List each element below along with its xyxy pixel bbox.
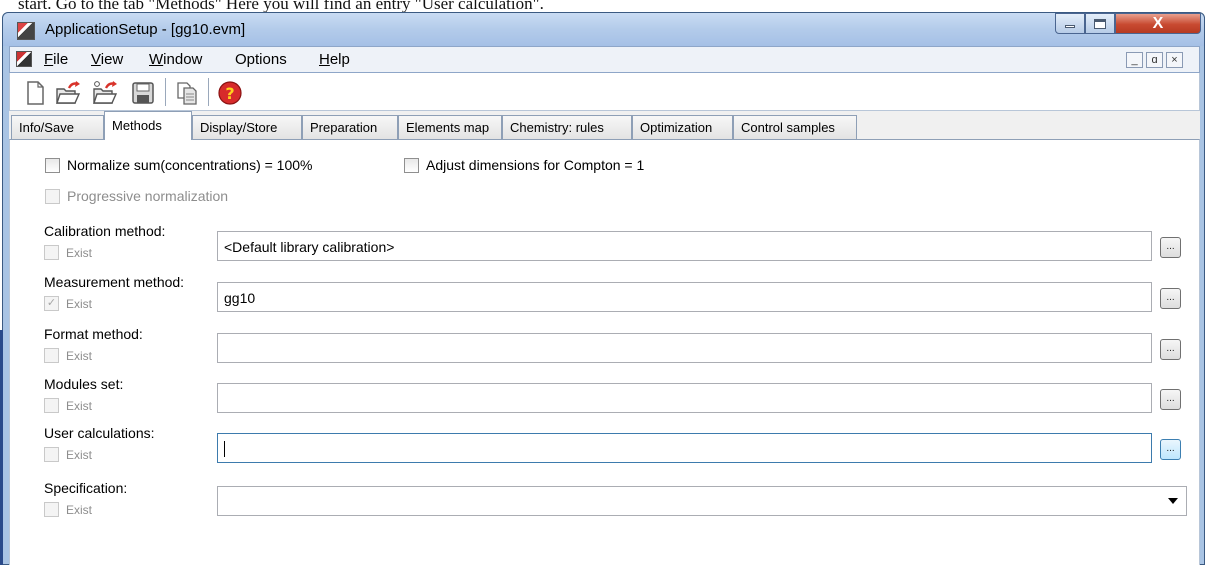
checkbox-box: [44, 348, 59, 363]
tab-display-store[interactable]: Display/Store: [192, 115, 302, 139]
document-icon[interactable]: [16, 51, 32, 67]
menu-bar: File View Window Options Help _ ɑ ×: [9, 46, 1200, 73]
user-calculations-exist-checkbox: Exist: [44, 447, 92, 462]
user-calculations-field[interactable]: [217, 433, 1152, 463]
copy-icon[interactable]: [174, 80, 200, 106]
open-recent-icon[interactable]: [92, 80, 118, 106]
tab-optimization[interactable]: Optimization: [632, 115, 733, 139]
calibration-browse-button[interactable]: ...: [1160, 237, 1181, 258]
new-document-icon[interactable]: [22, 80, 48, 106]
calibration-method-field[interactable]: <Default library calibration>: [217, 231, 1152, 261]
toolbar-separator: [165, 78, 166, 106]
adjust-compton-label: Adjust dimensions for Compton = 1: [426, 157, 645, 173]
tab-preparation[interactable]: Preparation: [302, 115, 398, 139]
maximize-button[interactable]: [1085, 13, 1115, 34]
checkbox-box: [404, 157, 419, 173]
svg-text:?: ?: [225, 84, 234, 103]
menu-help[interactable]: Help: [319, 51, 350, 68]
progressive-normalization-checkbox: Progressive normalization: [45, 188, 228, 204]
tab-elements-map[interactable]: Elements map: [398, 115, 502, 139]
minimize-icon: [1065, 25, 1075, 28]
methods-panel: Normalize sum(concentrations) = 100% Adj…: [9, 139, 1200, 565]
modules-exist-checkbox: Exist: [44, 398, 92, 413]
adjust-compton-checkbox[interactable]: Adjust dimensions for Compton = 1: [404, 157, 644, 173]
save-icon[interactable]: [130, 80, 156, 106]
specification-dropdown[interactable]: [217, 486, 1187, 516]
checkbox-box: [44, 502, 59, 517]
normalize-checkbox[interactable]: Normalize sum(concentrations) = 100%: [45, 157, 313, 173]
help-icon[interactable]: ?: [217, 80, 243, 106]
checkbox-box: [44, 398, 59, 413]
text-caret: [224, 441, 225, 457]
tab-info-save[interactable]: Info/Save: [11, 115, 104, 139]
menu-options[interactable]: Options: [235, 51, 287, 68]
user-calculations-label: User calculations:: [44, 425, 155, 441]
normalize-label: Normalize sum(concentrations) = 100%: [67, 157, 313, 173]
format-method-field[interactable]: [217, 333, 1152, 363]
checkbox-box: ✓: [44, 296, 59, 311]
background-window-edge: [0, 330, 3, 565]
measurement-exist-checkbox: ✓ Exist: [44, 296, 92, 311]
chevron-down-icon: [1168, 498, 1178, 504]
checkbox-box: [44, 245, 59, 260]
menu-view[interactable]: View: [91, 51, 123, 68]
close-icon: X: [1152, 14, 1164, 32]
app-icon[interactable]: [17, 22, 35, 40]
mdi-close-button[interactable]: ×: [1166, 52, 1183, 68]
measurement-method-label: Measurement method:: [44, 274, 185, 290]
modules-browse-button[interactable]: ...: [1160, 389, 1181, 410]
specification-label: Specification:: [44, 480, 128, 496]
toolbar: ?: [9, 73, 1200, 111]
measurement-browse-button[interactable]: ...: [1160, 288, 1181, 309]
measurement-method-field[interactable]: gg10: [217, 282, 1152, 312]
checkbox-box: [45, 157, 60, 173]
menu-window[interactable]: Window: [149, 51, 202, 68]
toolbar-separator: [208, 78, 209, 106]
maximize-icon: [1094, 18, 1106, 29]
calibration-exist-checkbox: Exist: [44, 245, 92, 260]
checkbox-box: [44, 447, 59, 462]
minimize-button[interactable]: [1055, 13, 1085, 34]
menu-file[interactable]: File: [44, 51, 68, 68]
format-browse-button[interactable]: ...: [1160, 339, 1181, 360]
tab-control-samples[interactable]: Control samples: [733, 115, 857, 139]
mdi-restore-button[interactable]: ɑ: [1146, 52, 1163, 68]
tab-strip: Info/Save Methods Display/Store Preparat…: [9, 111, 1200, 140]
user-calculations-browse-button[interactable]: ...: [1160, 439, 1181, 460]
mdi-minimize-button[interactable]: _: [1126, 52, 1143, 68]
checkbox-box: [45, 188, 60, 204]
modules-set-label: Modules set:: [44, 376, 124, 392]
calibration-method-label: Calibration method:: [44, 223, 166, 239]
tab-methods[interactable]: Methods: [104, 111, 192, 140]
format-exist-checkbox: Exist: [44, 348, 92, 363]
window-title: ApplicationSetup - [gg10.evm]: [45, 21, 246, 38]
open-icon[interactable]: [55, 80, 81, 106]
application-window: ApplicationSetup - [gg10.evm] X File Vie…: [2, 12, 1205, 565]
title-bar[interactable]: ApplicationSetup - [gg10.evm] X: [3, 13, 1204, 46]
close-button[interactable]: X: [1115, 13, 1201, 34]
progressive-normalization-label: Progressive normalization: [67, 188, 229, 204]
modules-set-field[interactable]: [217, 383, 1152, 413]
tab-chemistry-rules[interactable]: Chemistry: rules: [502, 115, 632, 139]
format-method-label: Format method:: [44, 326, 143, 342]
specification-exist-checkbox: Exist: [44, 502, 92, 517]
